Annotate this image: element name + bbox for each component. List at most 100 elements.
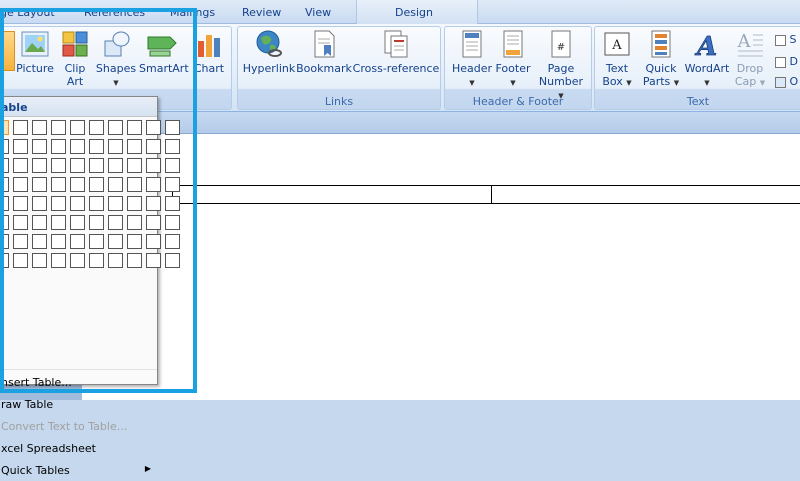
footer-button[interactable]: Footer ▼ bbox=[493, 29, 533, 90]
tab-page-layout[interactable]: ge Layout bbox=[0, 6, 55, 19]
grid-cell[interactable] bbox=[0, 177, 9, 192]
menu-item-quick-tables[interactable]: Quick Tables ▶ bbox=[1, 461, 157, 481]
grid-cell[interactable] bbox=[32, 234, 47, 249]
grid-cell[interactable] bbox=[13, 215, 28, 230]
grid-cell[interactable] bbox=[70, 253, 85, 268]
signature-line-button[interactable]: S bbox=[775, 33, 796, 46]
grid-cell[interactable] bbox=[108, 177, 123, 192]
document-table[interactable] bbox=[172, 185, 800, 204]
grid-cell[interactable] bbox=[165, 234, 180, 249]
grid-cell[interactable] bbox=[51, 253, 66, 268]
grid-cell[interactable] bbox=[51, 215, 66, 230]
grid-cell[interactable] bbox=[127, 120, 142, 135]
menu-item-insert-table[interactable]: nsert Table... bbox=[1, 373, 157, 393]
grid-cell[interactable] bbox=[108, 158, 123, 173]
grid-cell[interactable] bbox=[89, 158, 104, 173]
grid-cell[interactable] bbox=[0, 139, 9, 154]
grid-cell[interactable] bbox=[89, 177, 104, 192]
grid-cell[interactable] bbox=[32, 196, 47, 211]
grid-cell[interactable] bbox=[32, 139, 47, 154]
tab-review[interactable]: Review bbox=[242, 6, 281, 19]
grid-cell[interactable] bbox=[146, 253, 161, 268]
grid-cell[interactable] bbox=[51, 158, 66, 173]
tab-design[interactable]: Design bbox=[395, 6, 433, 19]
cross-reference-button[interactable]: Cross-reference bbox=[352, 29, 440, 75]
page-number-button[interactable]: # Page Number ▼ bbox=[535, 29, 587, 103]
grid-cell[interactable] bbox=[165, 253, 180, 268]
grid-cell[interactable] bbox=[70, 215, 85, 230]
grid-cell[interactable] bbox=[165, 139, 180, 154]
document-page[interactable] bbox=[82, 134, 800, 400]
grid-cell[interactable] bbox=[89, 120, 104, 135]
grid-cell[interactable] bbox=[32, 120, 47, 135]
grid-cell[interactable] bbox=[146, 215, 161, 230]
header-button[interactable]: Header ▼ bbox=[449, 29, 495, 90]
tab-references[interactable]: References bbox=[84, 6, 145, 19]
drop-cap-button[interactable]: A Drop Cap ▼ bbox=[731, 29, 769, 90]
grid-cell[interactable] bbox=[165, 177, 180, 192]
grid-cell[interactable] bbox=[70, 158, 85, 173]
grid-cell[interactable] bbox=[51, 177, 66, 192]
tab-design-context[interactable]: Design bbox=[356, 0, 478, 24]
text-box-button[interactable]: A Text Box ▼ bbox=[599, 29, 635, 90]
grid-cell[interactable] bbox=[0, 196, 9, 211]
grid-cell[interactable] bbox=[108, 120, 123, 135]
grid-cell[interactable] bbox=[51, 196, 66, 211]
smartart-button[interactable]: SmartArt bbox=[139, 29, 189, 75]
grid-cell[interactable] bbox=[165, 196, 180, 211]
grid-cell[interactable] bbox=[89, 215, 104, 230]
grid-cell[interactable] bbox=[70, 234, 85, 249]
bookmark-button[interactable]: Bookmark bbox=[296, 29, 352, 75]
grid-cell[interactable] bbox=[0, 215, 9, 230]
wordart-button[interactable]: A WordArt ▼ bbox=[683, 29, 731, 90]
grid-cell[interactable] bbox=[146, 158, 161, 173]
grid-cell[interactable] bbox=[51, 120, 66, 135]
grid-cell[interactable] bbox=[51, 139, 66, 154]
grid-cell[interactable] bbox=[108, 253, 123, 268]
grid-cell[interactable] bbox=[127, 177, 142, 192]
grid-cell[interactable] bbox=[108, 196, 123, 211]
grid-cell[interactable] bbox=[32, 253, 47, 268]
grid-cell[interactable] bbox=[89, 253, 104, 268]
grid-cell[interactable] bbox=[70, 139, 85, 154]
date-time-button[interactable]: D bbox=[775, 55, 798, 68]
grid-cell[interactable] bbox=[0, 120, 9, 135]
object-button[interactable]: O bbox=[775, 75, 798, 88]
grid-cell[interactable] bbox=[70, 177, 85, 192]
grid-cell[interactable] bbox=[89, 234, 104, 249]
grid-cell[interactable] bbox=[108, 234, 123, 249]
grid-cell[interactable] bbox=[146, 139, 161, 154]
tab-mailings[interactable]: Mailings bbox=[170, 6, 215, 19]
grid-cell[interactable] bbox=[89, 196, 104, 211]
grid-cell[interactable] bbox=[127, 253, 142, 268]
grid-cell[interactable] bbox=[0, 253, 9, 268]
clip-art-button[interactable]: Clip Art bbox=[59, 29, 91, 88]
grid-cell[interactable] bbox=[146, 234, 161, 249]
grid-cell[interactable] bbox=[89, 139, 104, 154]
grid-cell[interactable] bbox=[146, 196, 161, 211]
grid-cell[interactable] bbox=[108, 215, 123, 230]
grid-cell[interactable] bbox=[127, 158, 142, 173]
grid-cell[interactable] bbox=[127, 234, 142, 249]
menu-item-draw-table[interactable]: raw Table bbox=[1, 395, 157, 415]
grid-cell[interactable] bbox=[70, 196, 85, 211]
quick-parts-button[interactable]: Quick Parts ▼ bbox=[639, 29, 683, 90]
grid-cell[interactable] bbox=[51, 234, 66, 249]
grid-cell[interactable] bbox=[13, 120, 28, 135]
grid-cell[interactable] bbox=[32, 177, 47, 192]
tab-view[interactable]: View bbox=[305, 6, 331, 19]
table-button[interactable] bbox=[1, 29, 15, 89]
grid-cell[interactable] bbox=[13, 139, 28, 154]
grid-cell[interactable] bbox=[32, 215, 47, 230]
grid-cell[interactable] bbox=[165, 120, 180, 135]
grid-cell[interactable] bbox=[32, 158, 47, 173]
grid-cell[interactable] bbox=[146, 120, 161, 135]
menu-item-excel-spreadsheet[interactable]: xcel Spreadsheet bbox=[1, 439, 157, 459]
grid-cell[interactable] bbox=[13, 177, 28, 192]
grid-cell[interactable] bbox=[127, 139, 142, 154]
grid-cell[interactable] bbox=[127, 196, 142, 211]
grid-cell[interactable] bbox=[108, 139, 123, 154]
grid-cell[interactable] bbox=[70, 120, 85, 135]
grid-cell[interactable] bbox=[13, 196, 28, 211]
chart-button[interactable]: Chart bbox=[191, 29, 227, 75]
